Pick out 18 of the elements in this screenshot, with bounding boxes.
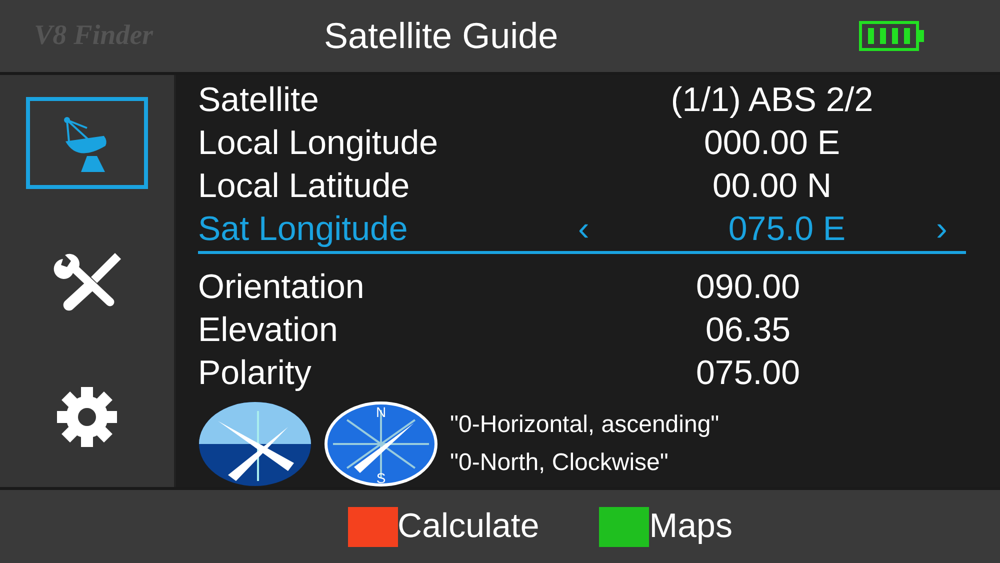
result-value: 075.00 bbox=[695, 353, 801, 394]
field-row[interactable]: Sat Longitude ‹ 075.0 E › bbox=[198, 208, 966, 254]
result-label: Polarity bbox=[198, 353, 312, 394]
field-row[interactable]: Local Longitude 000.00 E bbox=[198, 122, 966, 165]
result-value: 06.35 bbox=[704, 310, 792, 351]
legend-note: "0-North, Clockwise" bbox=[450, 448, 670, 478]
field-row[interactable]: Local Latitude 00.00 N bbox=[198, 165, 966, 208]
screen-title: Satellite Guide bbox=[324, 14, 560, 58]
airplane-horizon-icon bbox=[198, 401, 312, 487]
result-label: Elevation bbox=[198, 310, 339, 351]
footer-action[interactable]: Calculate bbox=[398, 501, 540, 552]
legend-note: "0-Horizontal, ascending" bbox=[450, 410, 720, 440]
footer-action[interactable]: Maps bbox=[649, 501, 732, 552]
result-label: Orientation bbox=[198, 267, 366, 308]
field-row[interactable]: Satellite (1/1) ABS 2/2 bbox=[198, 79, 966, 122]
compass-icon: N S bbox=[324, 401, 438, 487]
result-value: 090.00 bbox=[695, 267, 801, 308]
battery-icon bbox=[859, 21, 924, 51]
